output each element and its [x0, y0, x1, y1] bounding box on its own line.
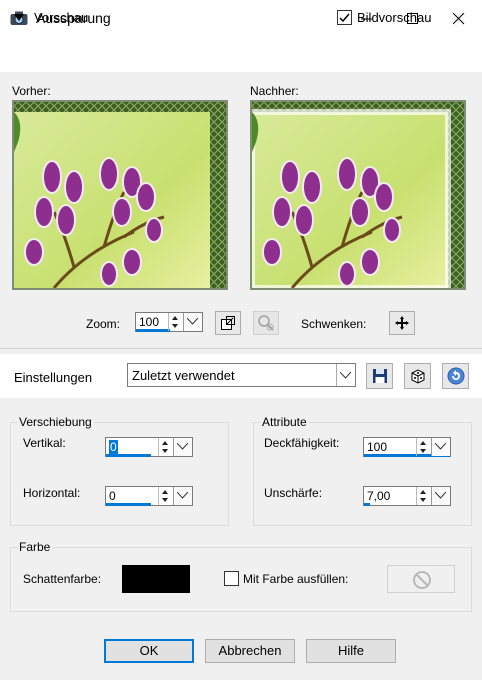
horizontal-spinbox[interactable]: 0 [105, 486, 193, 506]
after-label: Nachher: [250, 84, 299, 98]
preset-dropdown[interactable]: Zuletzt verwendet [127, 363, 356, 387]
ok-button[interactable]: OK [104, 639, 194, 663]
fill-color-checkbox[interactable] [224, 571, 239, 586]
blur-slider-bar[interactable] [364, 503, 370, 506]
verschiebung-title: Verschiebung [17, 415, 94, 429]
save-preset-button[interactable] [366, 363, 393, 389]
preset-dropdown-arrow[interactable] [336, 364, 355, 386]
no-color-icon [413, 571, 431, 589]
preview-divider [0, 348, 482, 349]
horizontal-value: 0 [109, 489, 116, 503]
zoom-slider-bar[interactable] [136, 329, 170, 332]
cancel-button[interactable]: Abbrechen [205, 639, 295, 663]
farbe-title: Farbe [17, 540, 53, 554]
horizontal-slider-bar[interactable] [106, 503, 151, 506]
blur-value: 7,00 [367, 489, 391, 503]
zoom-actual-button[interactable] [253, 311, 279, 335]
chevron-down-icon [187, 318, 198, 325]
bildvorschau-checkbox[interactable] [337, 10, 352, 25]
bildvorschau-label[interactable]: Bildvorschau [357, 10, 431, 25]
pan-label: Schwenken: [301, 317, 367, 331]
dice-icon [411, 369, 424, 384]
before-preview-image[interactable] [12, 100, 228, 290]
chevron-down-icon [435, 492, 446, 499]
zoom-value: 100 [139, 315, 160, 329]
chevron-down-icon [340, 372, 351, 379]
zoom-spinbox[interactable]: 100 [135, 312, 203, 332]
help-button[interactable]: Hilfe [306, 639, 396, 663]
fill-color-label[interactable]: Mit Farbe ausfüllen: [243, 572, 348, 586]
blur-spin-arrows-icon[interactable] [416, 487, 430, 505]
checkmark-icon [339, 13, 350, 23]
fill-color-swatch[interactable] [387, 565, 455, 593]
vertical-dropdown-button[interactable] [173, 438, 192, 456]
undo-arrow-icon [447, 367, 464, 385]
opacity-value: 100 [367, 440, 388, 454]
opacity-label: Deckfähigkeit: [264, 436, 340, 450]
reset-button[interactable] [442, 363, 469, 389]
preset-value: Zuletzt verwendet [132, 368, 235, 383]
vertical-spinbox[interactable]: 0 [105, 437, 193, 457]
opacity-dropdown-button[interactable] [431, 438, 450, 456]
vertical-slider-bar[interactable] [106, 454, 151, 457]
zoom-label: Zoom: [86, 317, 121, 331]
shadow-color-label: Schattenfarbe: [23, 572, 102, 586]
blur-spinbox[interactable]: 7,00 [363, 486, 451, 506]
chevron-down-icon [177, 443, 188, 450]
chevron-down-icon [177, 492, 188, 499]
lilac-after-image [252, 102, 464, 288]
horizontal-dropdown-button[interactable] [173, 487, 192, 505]
zoom-to-fit-button[interactable] [215, 311, 241, 335]
after-preview-image[interactable] [250, 100, 466, 290]
collapse-triangle-icon[interactable] [14, 14, 24, 21]
pan-button[interactable] [389, 311, 415, 335]
settings-label: Einstellungen [14, 370, 93, 385]
zoom-dropdown-button[interactable] [183, 313, 202, 331]
blur-dropdown-button[interactable] [431, 487, 450, 505]
close-icon [453, 13, 465, 25]
horizontal-spin-arrows-icon[interactable] [158, 487, 172, 505]
before-label: Vorher: [12, 84, 51, 98]
chevron-down-icon [435, 443, 446, 450]
blur-label: Unschärfe: [264, 486, 323, 500]
magnifier-disabled-icon [258, 315, 274, 331]
attribute-title: Attribute [260, 415, 309, 429]
horizontal-label: Horizontal: [23, 486, 81, 500]
preview-header [0, 38, 482, 72]
vertical-value: 0 [109, 440, 118, 454]
close-button[interactable] [436, 0, 482, 38]
zoom-fit-icon [221, 316, 235, 330]
zoom-spin-arrows-icon[interactable] [168, 313, 182, 331]
shadow-color-swatch[interactable] [122, 565, 190, 593]
move-arrows-icon [395, 316, 409, 330]
opacity-spin-arrows-icon[interactable] [416, 438, 430, 456]
floppy-disk-icon [372, 369, 387, 383]
vertical-spin-arrows-icon[interactable] [158, 438, 172, 456]
lilac-before-image [14, 102, 226, 288]
vertical-label: Vertikal: [23, 436, 66, 450]
randomize-button[interactable] [404, 363, 431, 389]
opacity-spinbox[interactable]: 100 [363, 437, 451, 457]
preview-section-label[interactable]: Vorschau [34, 10, 88, 25]
